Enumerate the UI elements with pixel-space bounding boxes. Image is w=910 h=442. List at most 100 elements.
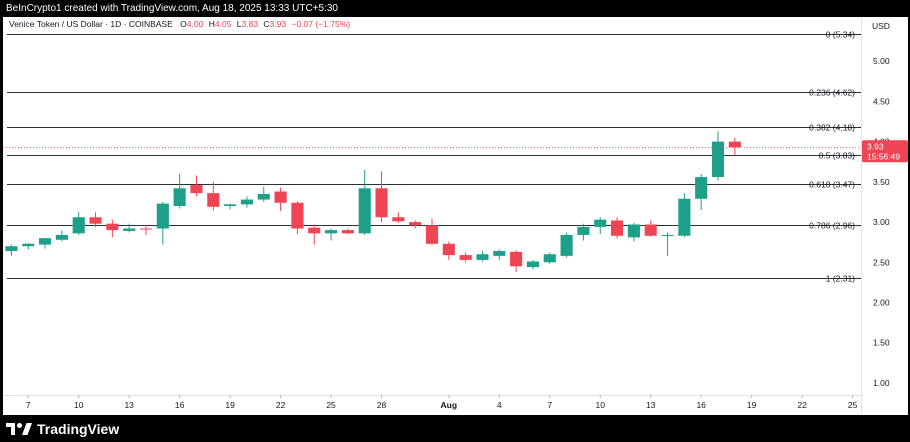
price-tick-label: 2.00 bbox=[873, 298, 890, 308]
time-tick-label: Aug bbox=[441, 400, 458, 410]
candle-body bbox=[476, 254, 489, 260]
candle-body bbox=[123, 228, 136, 231]
candle-body bbox=[358, 188, 371, 234]
candle-body bbox=[644, 224, 657, 236]
candle-body bbox=[139, 228, 153, 230]
fib-label: 0.786 (2.96) bbox=[809, 221, 855, 231]
candle-body bbox=[442, 243, 455, 256]
candle-body bbox=[257, 193, 270, 200]
currency-label: USD bbox=[872, 21, 890, 31]
price-tick-label: 3.50 bbox=[873, 177, 890, 187]
candle-body bbox=[207, 193, 220, 207]
tradingview-logo-text: TradingView bbox=[37, 421, 120, 437]
candle-body bbox=[325, 230, 338, 234]
time-tick-label: 22 bbox=[276, 400, 286, 410]
candle-body bbox=[661, 234, 674, 236]
candle-body bbox=[224, 204, 237, 206]
candle-body bbox=[695, 177, 708, 199]
price-badge: 3.93 15:56:49 bbox=[862, 140, 908, 163]
time-tick-label: 7 bbox=[26, 400, 31, 410]
legend-open-value: 4.00 bbox=[187, 19, 204, 29]
candle-body bbox=[39, 238, 52, 245]
time-tick-label: 10 bbox=[74, 400, 84, 410]
candle-body bbox=[22, 243, 35, 247]
chart-background bbox=[3, 17, 908, 415]
fib-label: 0.618 (3.47) bbox=[809, 180, 855, 190]
candle-body bbox=[308, 227, 321, 234]
attribution-bar: BeInCrypto1 created with TradingView.com… bbox=[0, 0, 910, 17]
price-tick-label: 4.50 bbox=[873, 96, 890, 106]
legend-close-value: 3.93 bbox=[270, 19, 287, 29]
candle-body bbox=[728, 141, 741, 148]
candle-body bbox=[526, 261, 539, 268]
candle-body bbox=[425, 225, 439, 244]
price-tick-label: 2.50 bbox=[873, 257, 890, 267]
fib-label: 0 (5.34) bbox=[826, 30, 855, 40]
time-tick-label: 4 bbox=[497, 400, 502, 410]
tradingview-logo[interactable]: TradingView bbox=[6, 421, 119, 437]
legend-high-value: 4.05 bbox=[215, 19, 232, 29]
price-tick-label: 1.50 bbox=[873, 338, 890, 348]
time-tick-label: 22 bbox=[797, 400, 807, 410]
screenshot-frame: BeInCrypto1 created with TradingView.com… bbox=[0, 0, 910, 442]
candle-body bbox=[409, 222, 422, 226]
time-tick-label: 13 bbox=[646, 400, 656, 410]
fib-label: 1 (2.31) bbox=[826, 274, 855, 284]
price-badge-countdown: 15:56:49 bbox=[867, 151, 900, 161]
candle-body bbox=[341, 230, 354, 234]
legend-low-value: 3.83 bbox=[242, 19, 259, 29]
candle-body bbox=[611, 220, 624, 236]
candle-body bbox=[594, 219, 607, 227]
candle-body bbox=[156, 203, 169, 229]
chart-panel[interactable]: Venice Token / US Dollar · 1D · COINBASE… bbox=[3, 17, 908, 415]
legend-symbol: Venice Token / US Dollar · 1D · COINBASE bbox=[9, 19, 173, 29]
candle-body bbox=[375, 188, 388, 218]
candle-body bbox=[577, 226, 590, 235]
time-tick-label: 16 bbox=[696, 400, 706, 410]
fib-label: 0.382 (4.18) bbox=[809, 123, 855, 133]
time-tick-label: 25 bbox=[326, 400, 336, 410]
candle-body bbox=[543, 254, 556, 263]
time-tick-label: 19 bbox=[225, 400, 235, 410]
candle-body bbox=[72, 217, 85, 234]
candle-body bbox=[678, 198, 691, 236]
tradingview-logo-icon bbox=[6, 423, 32, 435]
footer-bar: TradingView bbox=[0, 418, 910, 442]
time-tick-label: 10 bbox=[596, 400, 606, 410]
time-tick-label: 25 bbox=[848, 400, 858, 410]
time-tick-label: 7 bbox=[547, 400, 552, 410]
candle-body bbox=[240, 199, 253, 205]
candle-body bbox=[190, 185, 203, 194]
fib-label: 0.236 (4.62) bbox=[809, 88, 855, 98]
candle-up bbox=[543, 252, 556, 264]
candle-body bbox=[274, 191, 287, 203]
candle-body bbox=[627, 224, 640, 238]
legend-change: −0.07 (−1.75%) bbox=[291, 19, 350, 29]
candle-body bbox=[291, 202, 304, 229]
candle-body bbox=[55, 234, 68, 240]
candle-body bbox=[560, 234, 573, 256]
price-badge-value: 3.93 bbox=[867, 141, 884, 151]
candle-body bbox=[459, 255, 472, 260]
candle-body bbox=[5, 246, 18, 252]
time-tick-label: 28 bbox=[377, 400, 387, 410]
candle-body bbox=[89, 217, 102, 224]
candle-body bbox=[493, 251, 506, 256]
candle-body bbox=[711, 141, 725, 178]
candle-body bbox=[392, 217, 405, 222]
time-tick-label: 16 bbox=[175, 400, 185, 410]
time-tick-label: 19 bbox=[747, 400, 757, 410]
candle-body bbox=[106, 223, 119, 231]
candle-body bbox=[510, 251, 523, 267]
price-tick-label: 5.00 bbox=[873, 56, 890, 66]
price-axis[interactable]: 5.004.504.003.503.002.502.001.501.00 bbox=[873, 56, 890, 388]
candlestick-chart[interactable]: Venice Token / US Dollar · 1D · COINBASE… bbox=[3, 17, 908, 415]
candle-up bbox=[560, 232, 573, 258]
candle-up bbox=[678, 193, 691, 238]
price-tick-label: 1.00 bbox=[873, 378, 890, 388]
ohlc-legend: Venice Token / US Dollar · 1D · COINBASE… bbox=[9, 19, 350, 29]
candle-body bbox=[173, 188, 186, 206]
price-tick-label: 3.00 bbox=[873, 217, 890, 227]
fib-label: 0.5 (3.83) bbox=[819, 151, 856, 161]
attribution-text: BeInCrypto1 created with TradingView.com… bbox=[6, 3, 338, 14]
